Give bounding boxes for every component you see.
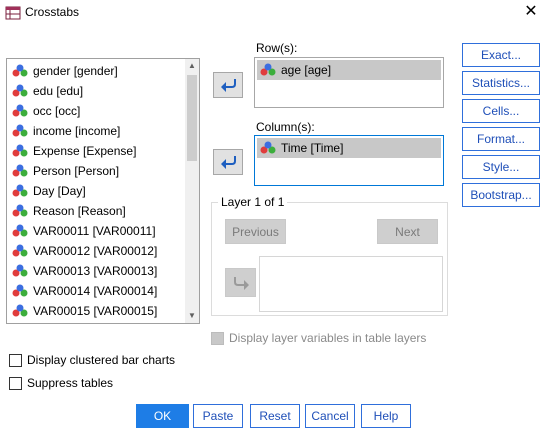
variable-label: edu [edu] (33, 84, 84, 98)
move-to-columns-button[interactable] (213, 149, 243, 175)
variable-label: VAR00014 [VAR00014] (33, 284, 158, 298)
variable-list-item[interactable]: edu [edu] (9, 81, 185, 101)
rows-label: Row(s): (256, 41, 298, 55)
nominal-variable-icon (12, 224, 28, 237)
clustered-bar-label: Display clustered bar charts (27, 353, 176, 367)
variable-label: gender [gender] (33, 64, 118, 78)
close-icon[interactable]: ✕ (520, 1, 542, 23)
variable-list-item[interactable]: VAR00011 [VAR00011] (9, 221, 185, 241)
nominal-variable-icon (12, 144, 28, 157)
variable-label: Reason [Reason] (33, 204, 126, 218)
variable-list-item[interactable]: Expense [Expense] (9, 141, 185, 161)
cancel-button[interactable]: Cancel (305, 404, 355, 428)
suppress-tables-label: Suppress tables (27, 376, 114, 390)
display-layer-label: Display layer variables in table layers (229, 331, 427, 345)
variable-label: VAR00013 [VAR00013] (33, 264, 158, 278)
variable-list-item[interactable]: Person [Person] (9, 161, 185, 181)
rows-item-label: age [age] (281, 63, 332, 77)
window-title: Crosstabs (25, 5, 80, 19)
rows-list[interactable]: age [age] (254, 57, 444, 108)
nominal-variable-icon (12, 204, 28, 217)
variable-list-item[interactable]: VAR00012 [VAR00012] (9, 241, 185, 261)
statistics-button[interactable]: Statistics... (462, 71, 540, 95)
paste-button[interactable]: Paste (193, 404, 243, 428)
nominal-variable-icon (12, 124, 28, 137)
variable-label: Expense [Expense] (33, 144, 137, 158)
spss-app-icon (5, 6, 21, 20)
nominal-variable-icon (260, 63, 276, 76)
nominal-variable-icon (12, 84, 28, 97)
variable-label: VAR00012 [VAR00012] (33, 244, 158, 258)
columns-label: Column(s): (256, 120, 315, 134)
style-button[interactable]: Style... (462, 155, 540, 179)
variable-list-item[interactable]: VAR00013 [VAR00013] (9, 261, 185, 281)
ok-button[interactable]: OK (136, 404, 189, 428)
nominal-variable-icon (12, 244, 28, 257)
cells-button[interactable]: Cells... (462, 99, 540, 123)
move-to-rows-button[interactable] (213, 72, 243, 98)
vertical-scrollbar[interactable]: ▲ ▼ (185, 59, 199, 323)
format-button[interactable]: Format... (462, 127, 540, 151)
nominal-variable-icon (12, 264, 28, 277)
columns-selected-item[interactable]: Time [Time] (257, 138, 441, 158)
reset-button[interactable]: Reset (250, 404, 300, 428)
variable-list: gender [gender] edu [edu] occ [occ] income … (9, 61, 185, 321)
variable-label: Person [Person] (33, 164, 120, 178)
variable-list-item[interactable]: VAR00014 [VAR00014] (9, 281, 185, 301)
variable-label: VAR00015 [VAR00015] (33, 304, 158, 318)
next-layer-button[interactable]: Next (377, 219, 438, 244)
layer-label: Layer 1 of 1 (218, 195, 288, 209)
exact-button[interactable]: Exact... (462, 43, 540, 67)
variable-label: VAR00011 [VAR00011] (33, 224, 156, 238)
variable-label: income [income] (33, 124, 121, 138)
variable-list-item[interactable]: Reason [Reason] (9, 201, 185, 221)
previous-layer-button[interactable]: Previous (225, 219, 286, 244)
nominal-variable-icon (12, 164, 28, 177)
variable-list-item[interactable]: VAR00015 [VAR00015] (9, 301, 185, 321)
variable-list-item[interactable]: gender [gender] (9, 61, 185, 81)
nominal-variable-icon (12, 284, 28, 297)
variable-list-item[interactable]: income [income] (9, 121, 185, 141)
suppress-tables-checkbox[interactable] (9, 377, 22, 390)
nominal-variable-icon (12, 184, 28, 197)
nominal-variable-icon (12, 64, 28, 77)
scrollbar-thumb[interactable] (187, 75, 197, 161)
scroll-down-icon[interactable]: ▼ (185, 309, 199, 323)
title-bar: Crosstabs ✕ (0, 0, 547, 26)
variable-list-item[interactable]: occ [occ] (9, 101, 185, 121)
columns-list[interactable]: Time [Time] (254, 135, 444, 186)
nominal-variable-icon (260, 141, 276, 154)
variable-source-list[interactable]: gender [gender] edu [edu] occ [occ] income … (6, 58, 200, 324)
layer-list[interactable] (259, 256, 443, 312)
rows-selected-item[interactable]: age [age] (257, 60, 441, 80)
variable-label: occ [occ] (33, 104, 81, 118)
clustered-bar-checkbox[interactable] (9, 354, 22, 367)
bootstrap-button[interactable]: Bootstrap... (462, 183, 540, 207)
variable-label: Day [Day] (33, 184, 86, 198)
move-to-layer-button[interactable] (225, 268, 256, 297)
arrow-right-icon (221, 156, 236, 169)
arrow-right-icon (233, 277, 249, 290)
display-layer-checkbox[interactable] (211, 332, 224, 345)
nominal-variable-icon (12, 304, 28, 317)
help-button[interactable]: Help (361, 404, 411, 428)
nominal-variable-icon (12, 104, 28, 117)
columns-item-label: Time [Time] (281, 141, 344, 155)
variable-list-item[interactable]: Day [Day] (9, 181, 185, 201)
arrow-right-icon (221, 79, 236, 92)
scroll-up-icon[interactable]: ▲ (185, 59, 199, 73)
